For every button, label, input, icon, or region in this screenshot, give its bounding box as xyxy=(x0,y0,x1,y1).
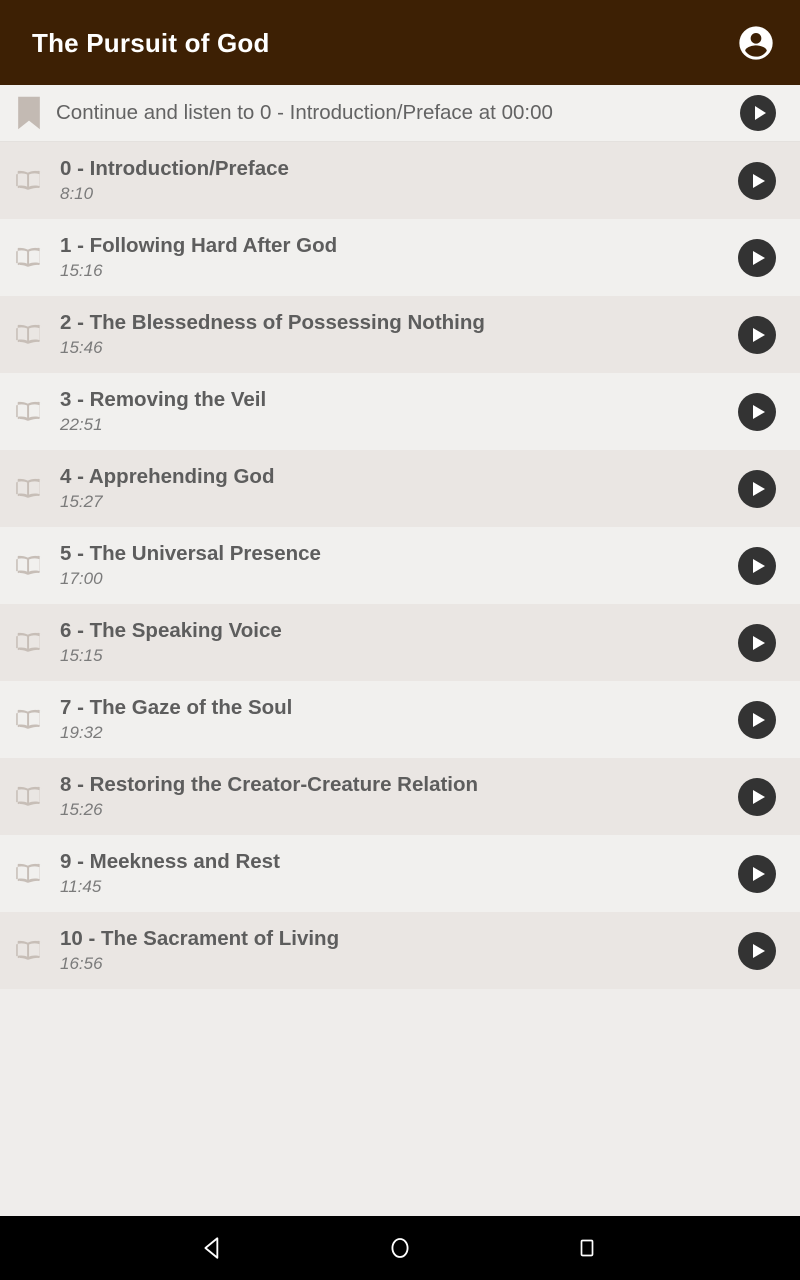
open-book-icon xyxy=(10,776,52,818)
chapter-duration: 8:10 xyxy=(60,184,94,204)
chapter-duration: 22:51 xyxy=(60,415,103,435)
chapter-title: 1 - Following Hard After God xyxy=(60,233,338,257)
chapter-duration: 15:16 xyxy=(60,261,103,281)
chapter-duration: 15:26 xyxy=(60,800,103,820)
table-row[interactable]: 8 - Restoring the Creator-Creature Relat… xyxy=(0,758,800,835)
chapter-title: 7 - The Gaze of the Soul xyxy=(60,695,293,719)
chapter-title: 10 - The Sacrament of Living xyxy=(60,926,340,950)
open-book-icon xyxy=(10,468,52,510)
chapter-duration: 17:00 xyxy=(60,569,103,589)
nav-home-button[interactable] xyxy=(370,1226,430,1270)
table-row[interactable]: 9 - Meekness and Rest 11:45 xyxy=(0,835,800,912)
play-icon xyxy=(753,789,765,804)
table-row[interactable]: 3 - Removing the Veil 22:51 xyxy=(0,373,800,450)
open-book-icon xyxy=(10,160,52,202)
play-icon xyxy=(753,635,765,650)
empty-list-area xyxy=(0,989,800,1216)
play-icon xyxy=(753,173,765,188)
chapter-duration: 11:45 xyxy=(60,877,102,897)
chapter-duration: 19:32 xyxy=(60,723,103,743)
open-book-icon xyxy=(10,622,52,664)
chapter-text-block: 10 - The Sacrament of Living 16:56 xyxy=(60,925,738,977)
chapter-title: 0 - Introduction/Preface xyxy=(60,156,289,180)
table-row[interactable]: 6 - The Speaking Voice 15:15 xyxy=(0,604,800,681)
chapter-title: 5 - The Universal Presence xyxy=(60,541,321,565)
continue-listening-label: Continue and listen to 0 - Introduction/… xyxy=(56,101,553,124)
play-icon xyxy=(753,481,765,496)
play-button[interactable] xyxy=(738,392,776,431)
chapter-title: 8 - Restoring the Creator-Creature Relat… xyxy=(60,772,479,796)
chapter-title: 3 - Removing the Veil xyxy=(60,387,267,411)
page-title: The Pursuit of God xyxy=(32,27,270,58)
app-root: The Pursuit of God Continue and listen t… xyxy=(0,0,800,1280)
open-book-icon xyxy=(10,237,52,279)
play-button[interactable] xyxy=(738,546,776,585)
play-button[interactable] xyxy=(738,238,776,277)
system-navigation-bar xyxy=(0,1216,800,1280)
chapter-text-block: 8 - Restoring the Creator-Creature Relat… xyxy=(60,771,738,823)
play-icon xyxy=(753,866,765,881)
nav-recents-button[interactable] xyxy=(557,1226,617,1270)
play-button[interactable] xyxy=(738,161,776,200)
open-book-icon xyxy=(10,391,52,433)
play-button[interactable] xyxy=(738,623,776,662)
play-icon xyxy=(753,327,765,342)
play-button[interactable] xyxy=(738,854,776,893)
chapter-title: 2 - The Blessedness of Possessing Nothin… xyxy=(60,310,485,334)
table-row[interactable]: 4 - Apprehending God 15:27 xyxy=(0,450,800,527)
play-icon xyxy=(753,558,765,573)
play-icon xyxy=(753,404,765,419)
open-book-icon xyxy=(10,314,52,356)
table-row[interactable]: 2 - The Blessedness of Possessing Nothin… xyxy=(0,296,800,373)
open-book-icon xyxy=(10,545,52,587)
play-button[interactable] xyxy=(738,469,776,508)
chapter-text-block: 4 - Apprehending God 15:27 xyxy=(60,463,738,515)
chapter-text-block: 6 - The Speaking Voice 15:15 xyxy=(60,617,738,669)
open-book-icon xyxy=(10,853,52,895)
table-row[interactable]: 10 - The Sacrament of Living 16:56 xyxy=(0,912,800,989)
chapter-text-block: 3 - Removing the Veil 22:51 xyxy=(60,386,738,438)
play-icon xyxy=(753,712,765,727)
chapter-text-block: 2 - The Blessedness of Possessing Nothin… xyxy=(60,309,738,361)
nav-back-button[interactable] xyxy=(183,1226,243,1270)
play-button[interactable] xyxy=(738,931,776,970)
bookmark-icon xyxy=(12,93,46,133)
chapter-text-block: 7 - The Gaze of the Soul 19:32 xyxy=(60,694,738,746)
chapter-duration: 15:15 xyxy=(60,646,103,666)
chapter-text-block: 5 - The Universal Presence 17:00 xyxy=(60,540,738,592)
chapter-title: 6 - The Speaking Voice xyxy=(60,618,282,642)
chapter-title: 9 - Meekness and Rest xyxy=(60,849,280,873)
chapter-text-block: 0 - Introduction/Preface 8:10 xyxy=(60,155,738,207)
chapter-duration: 16:56 xyxy=(60,954,103,974)
continue-play-button[interactable] xyxy=(740,95,776,131)
play-icon xyxy=(754,106,766,120)
open-book-icon xyxy=(10,699,52,741)
chapter-text-block: 1 - Following Hard After God 15:16 xyxy=(60,232,738,284)
play-button[interactable] xyxy=(738,777,776,816)
open-book-icon xyxy=(10,930,52,972)
table-row[interactable]: 5 - The Universal Presence 17:00 xyxy=(0,527,800,604)
play-icon xyxy=(753,943,765,958)
chapter-duration: 15:46 xyxy=(60,338,103,358)
chapter-text-block: 9 - Meekness and Rest 11:45 xyxy=(60,848,738,900)
chapter-list: 0 - Introduction/Preface 8:10 1 - Follow… xyxy=(0,142,800,989)
account-circle-icon[interactable] xyxy=(734,21,778,65)
chapter-duration: 15:27 xyxy=(60,492,103,512)
table-row[interactable]: 7 - The Gaze of the Soul 19:32 xyxy=(0,681,800,758)
table-row[interactable]: 1 - Following Hard After God 15:16 xyxy=(0,219,800,296)
table-row[interactable]: 0 - Introduction/Preface 8:10 xyxy=(0,142,800,219)
chapter-title: 4 - Apprehending God xyxy=(60,464,275,488)
play-icon xyxy=(753,250,765,265)
continue-listening-bar[interactable]: Continue and listen to 0 - Introduction/… xyxy=(0,85,800,142)
play-button[interactable] xyxy=(738,315,776,354)
play-button[interactable] xyxy=(738,700,776,739)
app-bar: The Pursuit of God xyxy=(0,0,800,85)
